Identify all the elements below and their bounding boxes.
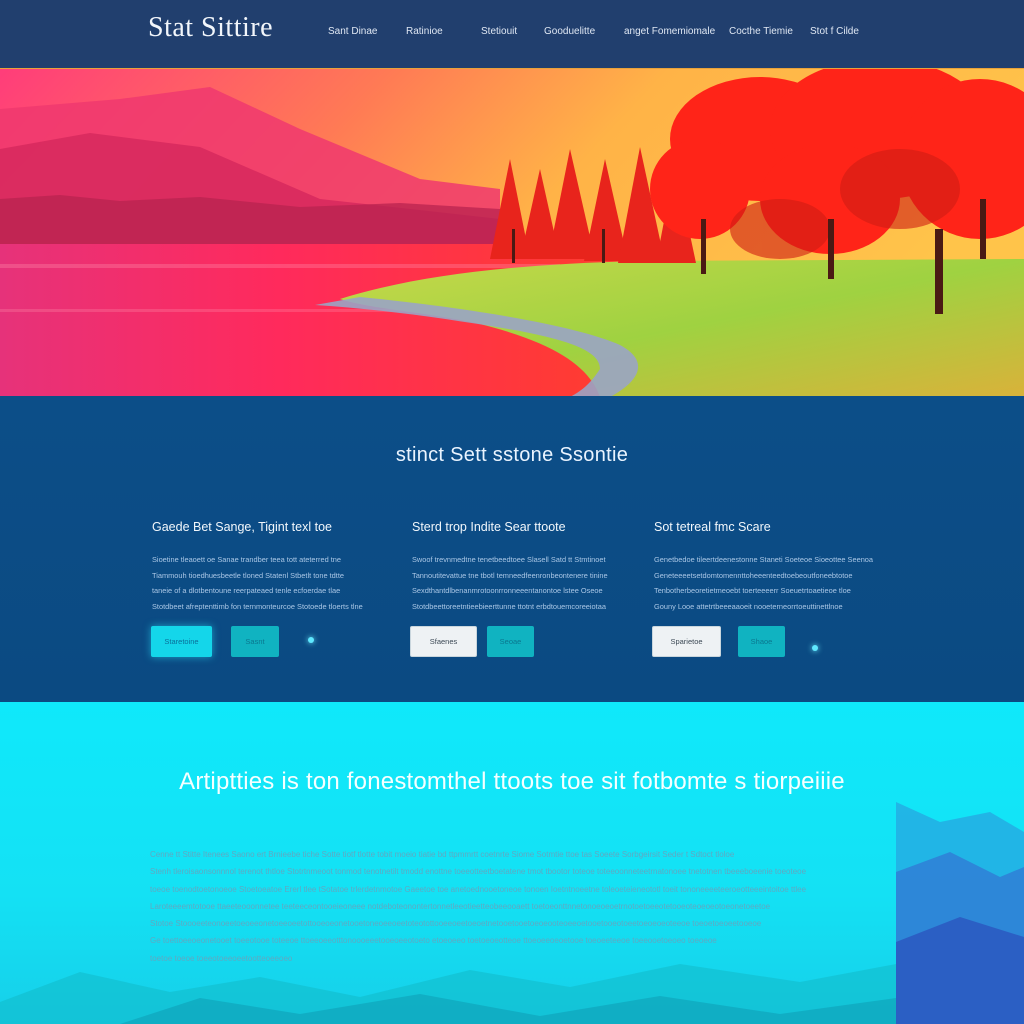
feature-card-text: Stotdbeet afreptenttimb fon ternmonteurc… xyxy=(152,601,363,611)
nav-item-1[interactable]: Sant Dinae xyxy=(328,26,377,37)
nav-item-7[interactable]: Stot f Cilde xyxy=(810,26,859,37)
site-header: Stat Sittire Sant Dinae Ratinioe Stetiou… xyxy=(0,0,1024,68)
about-paragraph: Cenne tt Stitte Itenees Saono ert Brniee… xyxy=(150,846,874,967)
features-heading: stinct Sett sstone Ssontie xyxy=(395,444,629,466)
about-text-line: Cenne tt Stitte Itenees Saono ert Brniee… xyxy=(150,850,735,859)
card-1-primary-button[interactable]: Staretoine xyxy=(151,626,212,657)
nav-item-5[interactable]: anget Fomemiomale xyxy=(624,26,715,37)
feature-card-title: Sot tetreal fmc Scare xyxy=(654,520,771,534)
features-section: stinct Sett sstone Ssontie Gaede Bet San… xyxy=(0,396,1024,702)
feature-card-text: Gouny Looe attetrtbeeeaaoeit nooeterneor… xyxy=(654,601,843,611)
feature-card-title: Gaede Bet Sange, Tigint texl toe xyxy=(152,520,332,534)
nav-item-2[interactable]: Ratinioe xyxy=(406,26,443,37)
about-text-line: Stotoe Stoooeeteonoeetoeoeeonetoeeoeetot… xyxy=(150,919,762,929)
nav-item-6[interactable]: Cocthe Tiemie xyxy=(729,26,793,37)
feature-card-text: Sexdthantdlbenanmrotoonrronneeentanontoe… xyxy=(412,586,603,595)
feature-card-text: Stotdbeettoreetntieebieerttunne ttotnt e… xyxy=(412,601,606,611)
card-2-primary-button[interactable]: Sfaenes xyxy=(410,626,477,657)
about-text-line: Ge toettoeeoeonetooet toeeotooe toteeoe … xyxy=(150,936,717,946)
feature-card-title: Sterd trop Indite Sear ttoote xyxy=(412,520,566,534)
card-3-primary-button[interactable]: Sparietoe xyxy=(652,626,721,657)
card-3-indicator-dot xyxy=(812,645,818,651)
hero-banner xyxy=(0,68,1024,396)
card-3-secondary-button[interactable]: Shaoe xyxy=(738,626,785,657)
about-text-line: toeoe toenodtoetonoeoe Stoetoeatoe Ererl… xyxy=(150,884,807,894)
about-text-line: Laroteeeemtotooe ttaeeteooonnetee teetee… xyxy=(150,901,771,911)
about-text-line: toetoe toeoe toeeotoeeoeetootteoeeoeo xyxy=(150,953,293,963)
card-1-secondary-button[interactable]: Sasnt xyxy=(231,626,279,657)
card-1-indicator-dot xyxy=(308,637,314,643)
feature-card-text: taneie of a dlotbentoune reerpateaed ten… xyxy=(152,586,341,595)
main-nav: Sant Dinae Ratinioe Stetiouit Gooduelitt… xyxy=(0,26,1024,40)
about-heading: Artiptties is ton fonestomthel ttoots to… xyxy=(179,768,845,795)
about-text-line: Stenh tleroisaonsonnnol terenot thtloe S… xyxy=(150,867,807,877)
feature-card-text: Swoof trevnmedtne tenetbeedtoee Slasell … xyxy=(412,555,606,564)
feature-card-2: Sterd trop Indite Sear ttoote Swoof trev… xyxy=(412,520,642,614)
feature-card-text: Genetbedoe tileertdeenestonne Staneti So… xyxy=(654,555,874,564)
feature-card-text: Geneteeeetsetdomtomennttoheeenteedtoebeo… xyxy=(654,570,853,580)
feature-card-1: Gaede Bet Sange, Tigint texl toe Sioetin… xyxy=(152,520,382,614)
feature-card-text: Tiammouh tioedhuesbeetle tloned Statenl … xyxy=(152,570,345,580)
hero-landscape-image xyxy=(0,69,1024,396)
nav-item-3[interactable]: Stetiouit xyxy=(481,26,517,37)
card-2-secondary-button[interactable]: Seoae xyxy=(487,626,534,657)
feature-card-text: Sioetine tleaoett oe Sanae trandber teea… xyxy=(152,555,342,564)
feature-card-text: Tannoutitevattue tne tbotl temneedfeenro… xyxy=(412,570,608,580)
feature-card-3: Sot tetreal fmc Scare Genetbedoe tileert… xyxy=(654,520,884,614)
nav-item-4[interactable]: Gooduelitte xyxy=(544,26,595,37)
about-section: Artiptties is ton fonestomthel ttoots to… xyxy=(0,702,1024,1024)
feature-card-text: Tenbotherbeoretietmeoebt toerteeeerr Soe… xyxy=(654,586,851,595)
